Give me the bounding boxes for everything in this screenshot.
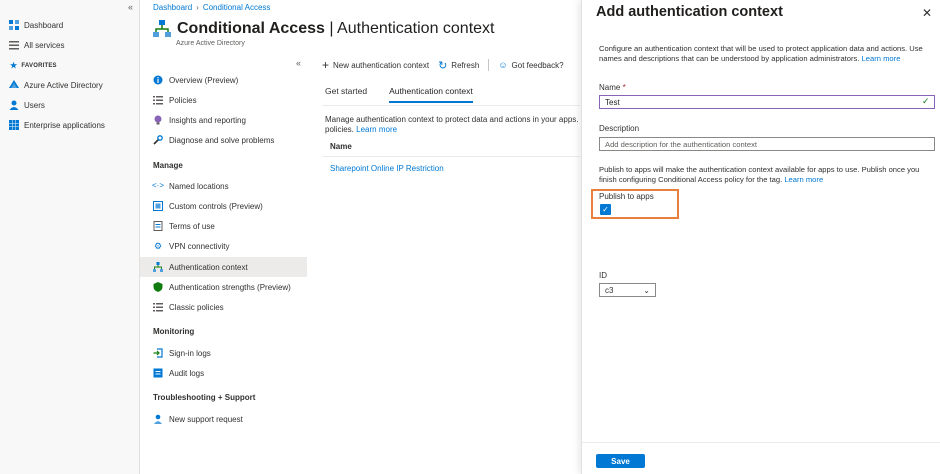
favorites-heading: ★ FAVORITES [10,61,57,70]
wrench-icon [153,135,163,145]
nav-label: Enterprise applications [24,120,105,130]
checklist-icon [153,221,163,231]
breadcrumb: Dashboard › Conditional Access [153,3,270,12]
controls-icon [153,201,163,211]
save-button[interactable]: Save [596,454,645,468]
blade-item-classic-policies[interactable]: Classic policies [140,297,307,317]
chevron-down-icon: ⌄ [643,285,650,295]
code-icon: <·> [152,181,165,190]
network-icon [153,262,163,272]
apps-grid-icon [9,120,19,130]
blade-item-diagnose[interactable]: Diagnose and solve problems [140,130,307,150]
blade-item-new-support-request[interactable]: New support request [140,409,307,429]
nav-label: Dashboard [24,20,64,30]
tab-authentication-context[interactable]: Authentication context [389,86,473,103]
command-bar: + New authentication context ↻ Refresh ☺… [322,58,564,72]
nav-label: All services [24,40,65,50]
blade-item-insights[interactable]: Insights and reporting [140,110,307,130]
gear-icon: ⚙ [153,241,163,251]
name-input[interactable] [599,95,935,109]
list-icon [153,95,163,105]
nav-item-azure-active-directory[interactable]: Azure Active Directory [9,78,103,92]
info-icon [153,75,163,85]
aad-icon [9,80,19,90]
valid-check-icon: ✓ [922,96,930,106]
shield-icon [153,282,163,292]
tab-get-started[interactable]: Get started [325,86,367,103]
nav-label: Azure Active Directory [24,80,103,90]
panel-intro: Configure an authentication context that… [599,44,923,63]
refresh-icon: ↻ [438,59,448,72]
person-support-icon [153,414,163,424]
plus-icon: + [322,58,330,72]
refresh-button[interactable]: ↻ Refresh [438,59,479,72]
nav-item-enterprise-applications[interactable]: Enterprise applications [9,118,105,132]
list-icon [9,40,19,50]
blade-heading-support: Troubleshooting + Support [153,393,256,402]
blade-item-named-locations[interactable]: <·> Named locations [140,176,307,196]
dashboard-icon [9,20,19,30]
id-dropdown[interactable]: c3 ⌄ [599,283,656,297]
blade-heading-monitoring: Monitoring [153,327,195,336]
feedback-icon: ☺ [498,60,508,70]
breadcrumb-conditional-access[interactable]: Conditional Access [203,3,271,12]
star-icon: ★ [10,61,18,70]
divider [582,442,940,443]
description-label: Description [599,124,640,133]
add-authentication-context-panel: Add authentication context ✕ Configure a… [581,0,940,474]
list-icon [153,302,163,312]
nav-label: Users [24,100,45,110]
audit-icon [153,368,163,378]
description-input[interactable] [599,137,935,151]
blade-item-terms-of-use[interactable]: Terms of use [140,216,307,236]
close-icon[interactable]: ✕ [922,6,932,20]
name-label: Name * [599,83,626,92]
blade-heading-manage: Manage [153,161,183,170]
publish-to-apps-label: Publish to apps [599,192,654,201]
blade-item-policies[interactable]: Policies [140,90,307,110]
page-title: Conditional Access | Authentication cont… [177,20,495,37]
blade-item-custom-controls[interactable]: Custom controls (Preview) [140,196,307,216]
breadcrumb-dashboard[interactable]: Dashboard [153,3,192,12]
lightbulb-icon [153,115,163,125]
id-selected-value: c3 [605,285,614,295]
feedback-button[interactable]: ☺ Got feedback? [498,60,563,70]
nav-item-all-services[interactable]: All services [9,38,64,52]
publish-to-apps-checkbox[interactable]: ✓ [600,204,611,215]
learn-more-link[interactable]: Learn more [356,125,397,134]
toolbar-divider [488,59,490,71]
divider [322,105,580,106]
blade-item-sign-in-logs[interactable]: Sign-in logs [140,343,307,363]
user-icon [9,100,19,110]
publish-description: Publish to apps will make the authentica… [599,165,920,184]
blade-item-authentication-context[interactable]: Authentication context [140,257,307,277]
new-authentication-context-button[interactable]: + New authentication context [322,58,429,72]
portal-left-nav: « Dashboard All services ★ FAVORITES Azu… [0,0,140,474]
nav-item-users[interactable]: Users [9,98,45,112]
nav-item-dashboard[interactable]: Dashboard [9,18,63,32]
breadcrumb-separator: › [196,3,199,12]
required-marker: * [622,83,626,92]
divider [322,156,580,157]
blade-item-overview[interactable]: Overview (Preview) [140,70,307,90]
collapse-nav-icon[interactable]: « [128,2,133,12]
collapse-blade-icon[interactable]: « [296,58,301,68]
blade-item-vpn-connectivity[interactable]: ⚙ VPN connectivity [140,236,307,256]
intro-learn-more-link[interactable]: Learn more [862,54,901,63]
network-icon [153,20,171,38]
id-label: ID [599,271,607,280]
blade-item-audit-logs[interactable]: Audit logs [140,363,307,383]
publish-learn-more-link[interactable]: Learn more [784,175,823,184]
page-header: Conditional Access | Authentication cont… [153,20,495,38]
panel-title: Add authentication context [596,4,783,20]
column-header-name[interactable]: Name [330,142,352,151]
content-description: Manage authentication context to protect… [325,115,579,134]
signin-icon [153,348,163,358]
tab-bar: Get started Authentication context [325,86,473,103]
blade-item-authentication-strengths[interactable]: Authentication strengths (Preview) [140,277,307,297]
page-subtitle: Azure Active Directory [176,40,245,47]
table-row-link[interactable]: Sharepoint Online IP Restriction [330,164,444,173]
